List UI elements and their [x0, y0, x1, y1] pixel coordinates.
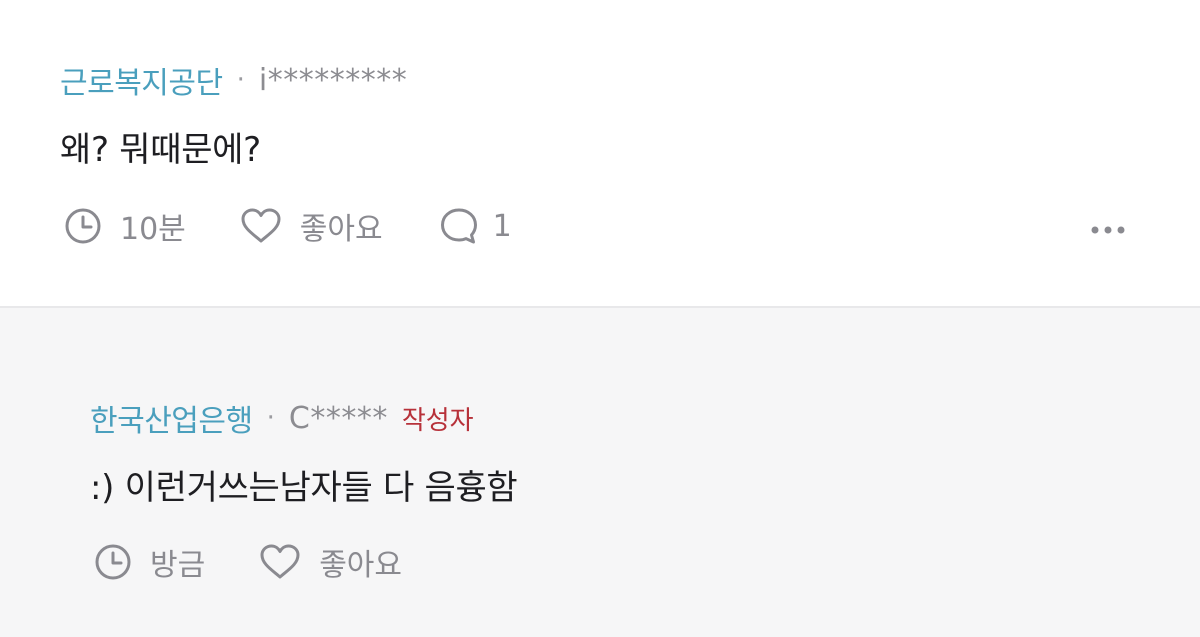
username: C*****: [288, 400, 388, 436]
comment-text: 왜? 뭐때문에?: [60, 130, 261, 170]
heart-icon: [259, 543, 301, 581]
timestamp: 방금: [94, 540, 205, 584]
reply-count: 1: [492, 208, 512, 244]
reply-button[interactable]: 1: [439, 206, 512, 246]
comment-text: :) 이런거쓰는남자들 다 음흉함: [90, 468, 518, 508]
clock-icon: [64, 207, 102, 245]
comment: 근로복지공단 · i********* 왜? 뭐때문에? 10분 좋아요 1: [0, 0, 1200, 306]
comment-meta: 한국산업은행 · C***** 작성자: [90, 396, 474, 440]
speech-bubble-icon: [439, 206, 479, 246]
company-name[interactable]: 근로복지공단: [60, 58, 223, 102]
comment-actions: 방금 좋아요: [94, 540, 402, 584]
time-label: 방금: [150, 548, 206, 583]
comment-meta: 근로복지공단 · i*********: [60, 58, 407, 102]
meta-separator: ·: [266, 403, 275, 433]
more-options-icon: [1090, 220, 1126, 239]
like-button[interactable]: 좋아요: [240, 204, 383, 248]
meta-separator: ·: [236, 65, 245, 95]
like-button[interactable]: 좋아요: [259, 540, 402, 584]
like-label: 좋아요: [319, 548, 403, 583]
username: i*********: [258, 62, 408, 98]
comment-actions: 10분 좋아요 1: [64, 204, 512, 248]
company-name[interactable]: 한국산업은행: [90, 396, 253, 440]
clock-icon: [94, 543, 132, 581]
more-options-button[interactable]: [1088, 214, 1128, 244]
timestamp: 10분: [64, 204, 186, 248]
author-badge: 작성자: [401, 405, 474, 436]
time-label: 10분: [120, 212, 186, 247]
reply-comment: 한국산업은행 · C***** 작성자 :) 이런거쓰는남자들 다 음흉함 방금…: [0, 308, 1200, 637]
heart-icon: [240, 207, 282, 245]
like-label: 좋아요: [299, 212, 383, 247]
